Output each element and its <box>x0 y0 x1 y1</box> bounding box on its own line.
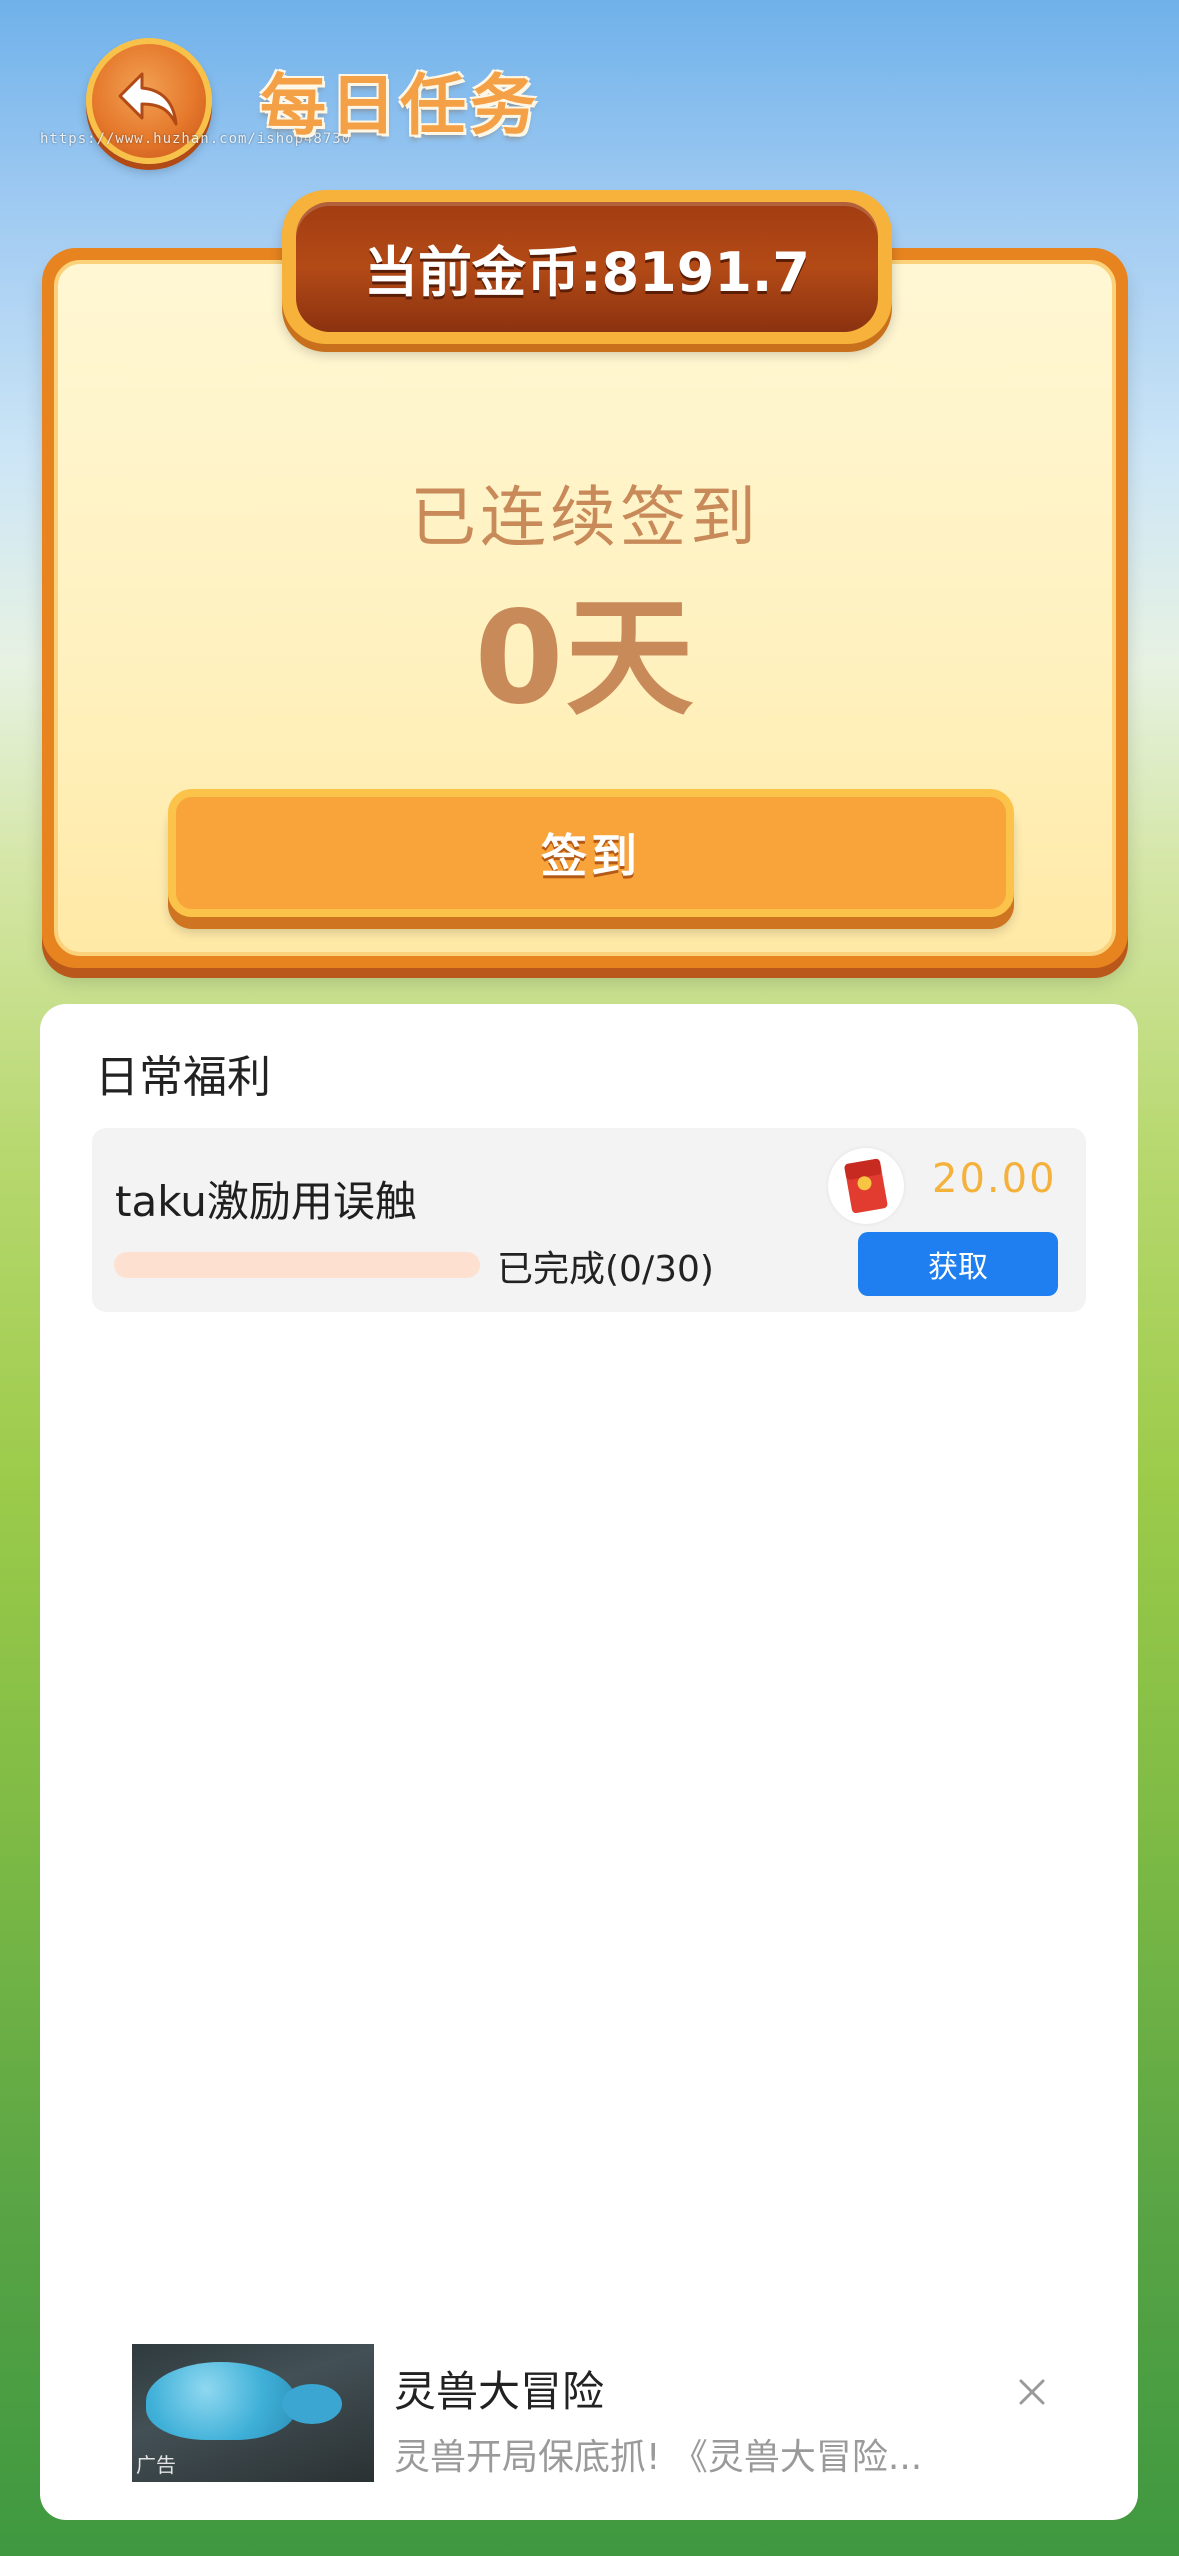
coin-balance-banner: 当前金币:8191.7 <box>282 190 892 344</box>
ad-description[interactable]: 灵兽开局保底抓! 《灵兽大冒险... <box>394 2428 954 2480</box>
ad-title[interactable]: 灵兽大冒险 <box>394 2358 604 2419</box>
streak-value: 0天 <box>474 584 696 733</box>
streak-label: 已连续签到 <box>410 479 760 556</box>
signin-button-label: 签到 <box>541 829 641 883</box>
task-progress-text: 已完成(0/30) <box>497 1249 714 1290</box>
ad-thumbnail[interactable]: 广告 <box>132 2344 374 2482</box>
red-envelope-icon <box>828 1148 904 1224</box>
back-arrow-icon <box>118 72 178 126</box>
coin-balance-text: 当前金币:8191.7 <box>364 240 810 304</box>
task-name: taku激励用误触 <box>115 1177 417 1226</box>
task-progress-bar <box>114 1252 480 1278</box>
ad-thumbnail-creature <box>146 2362 296 2440</box>
task-reward-amount: 20.00 <box>932 1156 1057 1202</box>
page-title: 每日任务 <box>260 67 540 144</box>
daily-welfare-title: 日常福利 <box>95 1052 271 1103</box>
coin-balance-banner-inner: 当前金币:8191.7 <box>296 202 878 332</box>
ad-badge: 广告 <box>136 2453 176 2477</box>
daily-welfare-panel: 日常福利 taku激励用误触 已完成(0/30) 20.00 获取 广告 灵兽大… <box>40 1004 1138 2520</box>
signin-card: 已连续签到 0天 签到 <box>42 248 1128 968</box>
signin-button[interactable]: 签到 <box>168 789 1014 917</box>
ad-thumbnail-creature-part <box>282 2384 342 2424</box>
task-row: taku激励用误触 已完成(0/30) 20.00 获取 <box>92 1128 1086 1312</box>
close-icon[interactable] <box>1012 2372 1052 2412</box>
ad-banner[interactable]: 广告 灵兽大冒险 灵兽开局保底抓! 《灵兽大冒险... <box>132 2344 1072 2484</box>
signin-card-inner: 已连续签到 0天 签到 <box>54 260 1116 956</box>
claim-button[interactable]: 获取 <box>858 1232 1058 1296</box>
